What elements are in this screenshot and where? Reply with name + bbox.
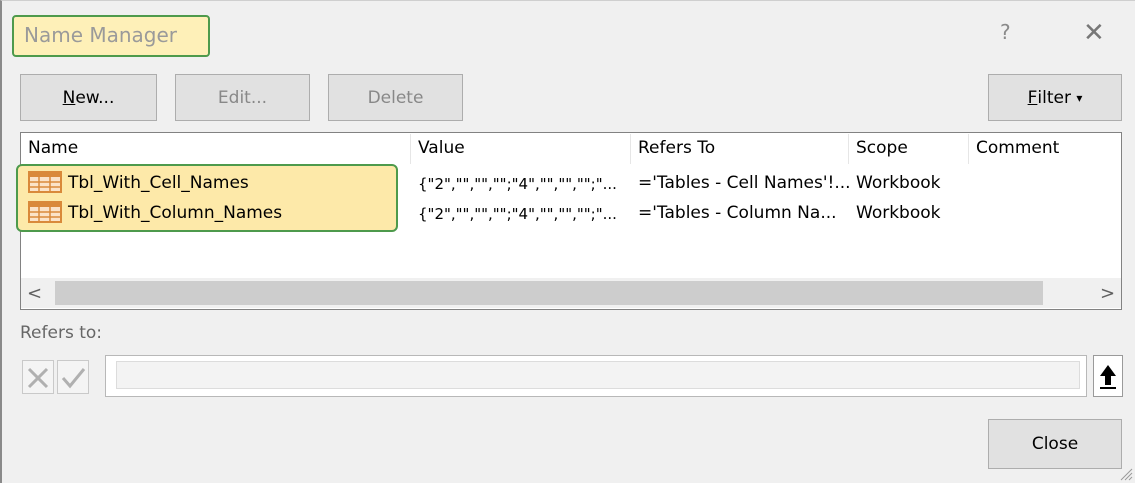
table-icon: [28, 171, 62, 193]
collapse-dialog-button[interactable]: [1093, 355, 1123, 397]
commit-edit-button[interactable]: [57, 360, 89, 394]
column-header-name[interactable]: Name: [28, 138, 78, 158]
close-button[interactable]: Close: [988, 419, 1122, 469]
column-header-refers-to[interactable]: Refers To: [638, 138, 715, 158]
chevron-down-icon: ▾: [1076, 90, 1083, 105]
column-divider: [410, 134, 411, 164]
filter-button[interactable]: Filter ▾: [988, 74, 1122, 121]
list-item-refers-to: ='Tables - Column Na...: [638, 203, 837, 223]
dialog-title: Name Manager: [24, 23, 178, 47]
arrow-up-icon: [1100, 365, 1116, 389]
table-icon: [28, 201, 62, 223]
list-item-name[interactable]: Tbl_With_Column_Names: [68, 203, 282, 223]
close-icon[interactable]: ✕: [1083, 18, 1105, 48]
list-item-refers-to: ='Tables - Cell Names'!...: [638, 173, 851, 193]
new-accel: N: [62, 87, 76, 108]
new-button[interactable]: New...: [20, 74, 157, 121]
scrollbar-thumb[interactable]: [55, 281, 1043, 305]
list-item-value: {"2","","","";"4","","","";"...: [418, 205, 617, 223]
new-label: ew...: [75, 87, 115, 108]
list-item-name[interactable]: Tbl_With_Cell_Names: [68, 173, 249, 193]
scroll-right-icon[interactable]: >: [1100, 283, 1115, 304]
list-item-scope: Workbook: [856, 203, 941, 223]
column-divider: [848, 134, 849, 164]
cancel-edit-button[interactable]: [22, 360, 54, 394]
delete-button[interactable]: Delete: [328, 74, 463, 121]
column-divider: [968, 134, 969, 164]
column-header-value[interactable]: Value: [418, 138, 465, 158]
filter-label: ilter: [1037, 87, 1071, 108]
refers-to-label: Refers to:: [20, 323, 102, 343]
column-divider: [630, 134, 631, 164]
x-icon: [27, 367, 49, 389]
checkmark-icon: [61, 368, 86, 389]
list-item-scope: Workbook: [856, 173, 941, 193]
filter-accel: F: [1027, 87, 1038, 108]
help-button[interactable]: ?: [1000, 20, 1011, 44]
column-header-scope[interactable]: Scope: [856, 138, 908, 158]
edit-button[interactable]: Edit...: [175, 74, 310, 121]
column-header-comment[interactable]: Comment: [976, 138, 1059, 158]
resize-grip-icon[interactable]: [1115, 463, 1133, 481]
list-item-value: {"2","","","";"4","","","";"...: [418, 175, 617, 193]
scroll-left-icon[interactable]: <: [27, 283, 42, 304]
refers-to-input[interactable]: [116, 361, 1080, 389]
